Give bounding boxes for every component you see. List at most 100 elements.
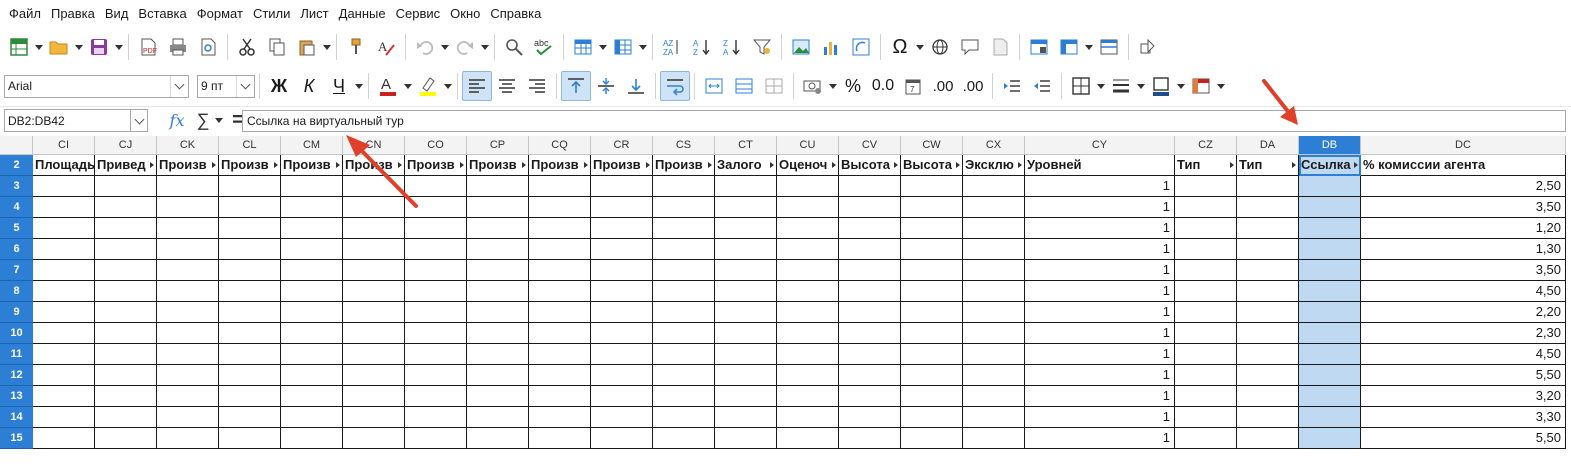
- cell-cv11[interactable]: [839, 344, 901, 365]
- formula-input[interactable]: Ссылка на виртуальный тур: [242, 110, 1566, 132]
- cell-co15[interactable]: [405, 428, 467, 449]
- cell-cq12[interactable]: [529, 365, 591, 386]
- cell-cz8[interactable]: [1175, 281, 1237, 302]
- name-box-dropdown[interactable]: [130, 109, 148, 132]
- cell-cs3[interactable]: [653, 176, 715, 197]
- cell-cu11[interactable]: [777, 344, 839, 365]
- cell-cv12[interactable]: [839, 365, 901, 386]
- paste-dropdown-icon[interactable]: [322, 32, 332, 62]
- cell-cj8[interactable]: [95, 281, 157, 302]
- cell-co12[interactable]: [405, 365, 467, 386]
- column-header-cm[interactable]: CM: [281, 136, 343, 155]
- cell-cs10[interactable]: [653, 323, 715, 344]
- cell-ct14[interactable]: [715, 407, 777, 428]
- cell-ct15[interactable]: [715, 428, 777, 449]
- cell-cx15[interactable]: [963, 428, 1025, 449]
- cell-cu4[interactable]: [777, 197, 839, 218]
- cell-ci6[interactable]: [33, 239, 95, 260]
- cell-ci7[interactable]: [33, 260, 95, 281]
- cell-cm12[interactable]: [281, 365, 343, 386]
- cell-cp14[interactable]: [467, 407, 529, 428]
- column-header-cs[interactable]: CS: [653, 136, 715, 155]
- cell-cs14[interactable]: [653, 407, 715, 428]
- cell-ci12[interactable]: [33, 365, 95, 386]
- cell-cv7[interactable]: [839, 260, 901, 281]
- cell-cx13[interactable]: [963, 386, 1025, 407]
- cell-cn13[interactable]: [343, 386, 405, 407]
- cell-cm5[interactable]: [281, 218, 343, 239]
- cell-cy3[interactable]: 1: [1025, 176, 1175, 197]
- background-color-dropdown-icon[interactable]: [443, 71, 453, 101]
- cell-ct11[interactable]: [715, 344, 777, 365]
- split-window-icon[interactable]: [1094, 32, 1124, 62]
- column-header-co[interactable]: CO: [405, 136, 467, 155]
- cell-dc13[interactable]: 3,20: [1361, 386, 1566, 407]
- cell-cw6[interactable]: [901, 239, 963, 260]
- cell-cv15[interactable]: [839, 428, 901, 449]
- cell-cm11[interactable]: [281, 344, 343, 365]
- cell-cr2[interactable]: Произв: [591, 155, 653, 176]
- cell-cn7[interactable]: [343, 260, 405, 281]
- cell-cn5[interactable]: [343, 218, 405, 239]
- menu-file[interactable]: Файл: [4, 0, 46, 28]
- cell-cx6[interactable]: [963, 239, 1025, 260]
- cell-da4[interactable]: [1237, 197, 1299, 218]
- cell-db5[interactable]: [1299, 218, 1361, 239]
- cell-cl11[interactable]: [219, 344, 281, 365]
- row-header-6[interactable]: 6: [0, 239, 33, 260]
- insert-chart-icon[interactable]: [816, 32, 846, 62]
- cell-cl13[interactable]: [219, 386, 281, 407]
- cell-cw14[interactable]: [901, 407, 963, 428]
- cell-cl15[interactable]: [219, 428, 281, 449]
- cell-cx4[interactable]: [963, 197, 1025, 218]
- cell-cy13[interactable]: 1: [1025, 386, 1175, 407]
- menu-format[interactable]: Формат: [192, 0, 248, 28]
- cell-ci10[interactable]: [33, 323, 95, 344]
- row-header-7[interactable]: 7: [0, 260, 33, 281]
- row-header-9[interactable]: 9: [0, 302, 33, 323]
- cell-da15[interactable]: [1237, 428, 1299, 449]
- cell-cj7[interactable]: [95, 260, 157, 281]
- cell-cl10[interactable]: [219, 323, 281, 344]
- row-header-8[interactable]: 8: [0, 281, 33, 302]
- row-dropdown-icon[interactable]: [598, 32, 608, 62]
- cell-cm10[interactable]: [281, 323, 343, 344]
- cell-cj15[interactable]: [95, 428, 157, 449]
- cell-ck11[interactable]: [157, 344, 219, 365]
- cell-cs2[interactable]: Произв: [653, 155, 715, 176]
- cell-cu10[interactable]: [777, 323, 839, 344]
- align-left-icon[interactable]: [462, 71, 492, 101]
- cell-cn12[interactable]: [343, 365, 405, 386]
- copy-icon[interactable]: [262, 32, 292, 62]
- font-size-box[interactable]: 9 пт: [197, 74, 255, 98]
- cell-db12[interactable]: [1299, 365, 1361, 386]
- cell-ck15[interactable]: [157, 428, 219, 449]
- cell-cp6[interactable]: [467, 239, 529, 260]
- cell-cq7[interactable]: [529, 260, 591, 281]
- cell-cz10[interactable]: [1175, 323, 1237, 344]
- cell-cz6[interactable]: [1175, 239, 1237, 260]
- cell-cl8[interactable]: [219, 281, 281, 302]
- sum-button[interactable]: ∑: [192, 106, 214, 136]
- menu-window[interactable]: Окно: [445, 0, 485, 28]
- column-icon[interactable]: [608, 32, 638, 62]
- cell-cv8[interactable]: [839, 281, 901, 302]
- cell-cy11[interactable]: 1: [1025, 344, 1175, 365]
- cell-cn14[interactable]: [343, 407, 405, 428]
- row-header-4[interactable]: 4: [0, 197, 33, 218]
- cell-da6[interactable]: [1237, 239, 1299, 260]
- cell-cs9[interactable]: [653, 302, 715, 323]
- font-color-dropdown-icon[interactable]: [403, 71, 413, 101]
- cell-cz12[interactable]: [1175, 365, 1237, 386]
- cell-cm3[interactable]: [281, 176, 343, 197]
- delete-decimal-button[interactable]: .00: [958, 71, 988, 101]
- cell-cq2[interactable]: Произв: [529, 155, 591, 176]
- column-header-cz[interactable]: CZ: [1175, 136, 1237, 155]
- cell-cn6[interactable]: [343, 239, 405, 260]
- cell-cj9[interactable]: [95, 302, 157, 323]
- cell-cm7[interactable]: [281, 260, 343, 281]
- cell-ck9[interactable]: [157, 302, 219, 323]
- row-header-11[interactable]: 11: [0, 344, 33, 365]
- cell-cp10[interactable]: [467, 323, 529, 344]
- borders-icon[interactable]: [1066, 71, 1096, 101]
